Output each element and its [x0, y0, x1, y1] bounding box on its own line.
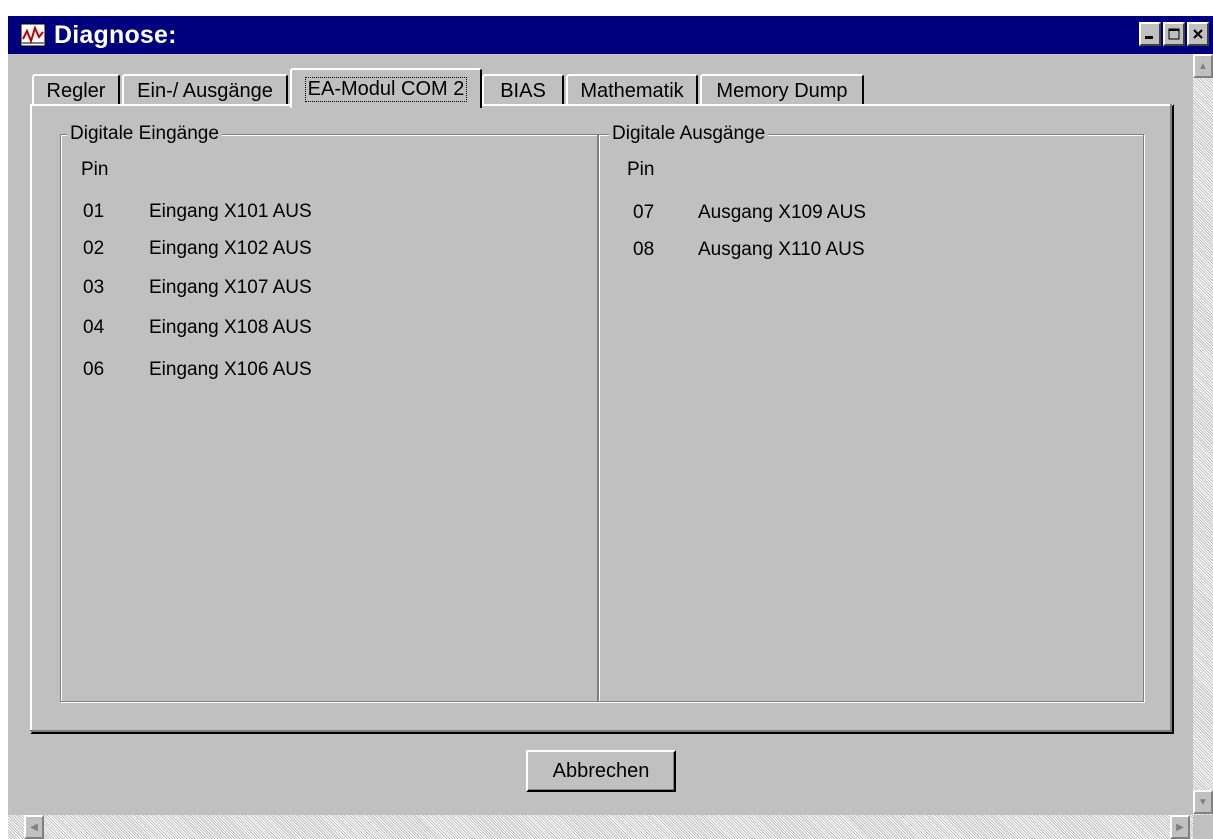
- output-status: Ausgang X110 AUS: [698, 239, 865, 260]
- tab-memory-dump[interactable]: Memory Dump: [700, 74, 864, 106]
- pin-number: 08: [633, 239, 655, 260]
- digital-outputs-title: Digitale Ausgänge: [609, 122, 769, 146]
- input-status: Eingang X101 AUS: [149, 201, 312, 222]
- tab-label: Regler: [46, 79, 106, 102]
- tab-bias[interactable]: BIAS: [482, 74, 564, 106]
- tab-label: Ein-/ Ausgänge: [137, 79, 273, 102]
- digital-inputs-group: Digitale Eingänge Pin 01 Eingang X101 AU…: [60, 122, 598, 702]
- close-icon[interactable]: [1187, 22, 1209, 46]
- output-status: Ausgang X109 AUS: [698, 202, 866, 223]
- window-title: Diagnose:: [54, 20, 177, 49]
- inputs-pin-header: Pin: [81, 159, 109, 180]
- scroll-corner: [1193, 815, 1213, 839]
- tab-mathematik[interactable]: Mathematik: [566, 74, 698, 106]
- pin-number: 06: [83, 359, 105, 380]
- tab-label: BIAS: [500, 79, 546, 102]
- minimize-icon[interactable]: [1139, 22, 1161, 46]
- horizontal-scrollbar[interactable]: [8, 815, 1193, 839]
- input-status: Eingang X108 AUS: [149, 317, 312, 338]
- vertical-scrollbar[interactable]: [1193, 54, 1213, 819]
- tab-label: EA-Modul COM 2: [304, 76, 468, 102]
- left-strip: [0, 0, 8, 839]
- tab-regler[interactable]: Regler: [32, 74, 120, 106]
- input-status: Eingang X106 AUS: [149, 359, 312, 380]
- top-strip: [0, 0, 1213, 16]
- pin-number: 02: [83, 238, 105, 259]
- pin-number: 01: [83, 201, 105, 222]
- input-status: Eingang X107 AUS: [149, 277, 312, 298]
- scroll-down-icon[interactable]: ▼: [1193, 790, 1213, 814]
- outputs-pin-header: Pin: [627, 159, 655, 180]
- tab-ea-modul-com2[interactable]: EA-Modul COM 2: [290, 68, 482, 108]
- scroll-right-icon[interactable]: ▶: [1170, 815, 1190, 839]
- diagnose-app-icon: [18, 22, 48, 48]
- tab-label: Mathematik: [580, 79, 684, 102]
- scroll-up-icon[interactable]: ▲: [1193, 54, 1213, 78]
- diagnose-window: Diagnose: Regler Ein-/ Ausgänge EA-Modul…: [0, 0, 1213, 839]
- title-bar[interactable]: Diagnose:: [8, 16, 1213, 54]
- pin-number: 04: [83, 317, 105, 338]
- maximize-icon[interactable]: [1163, 22, 1185, 46]
- title-buttons: [1139, 22, 1209, 46]
- tab-label: Memory Dump: [716, 79, 848, 102]
- digital-outputs-group: Digitale Ausgänge Pin 07 Ausgang X109 AU…: [598, 122, 1144, 702]
- pin-number: 07: [633, 202, 655, 223]
- cancel-button[interactable]: Abbrechen: [526, 750, 676, 792]
- tab-ein-ausgaenge[interactable]: Ein-/ Ausgänge: [122, 74, 288, 106]
- input-status: Eingang X102 AUS: [149, 238, 312, 259]
- pin-number: 03: [83, 277, 105, 298]
- digital-inputs-title: Digitale Eingänge: [67, 122, 222, 146]
- scroll-left-icon[interactable]: ◀: [24, 815, 44, 839]
